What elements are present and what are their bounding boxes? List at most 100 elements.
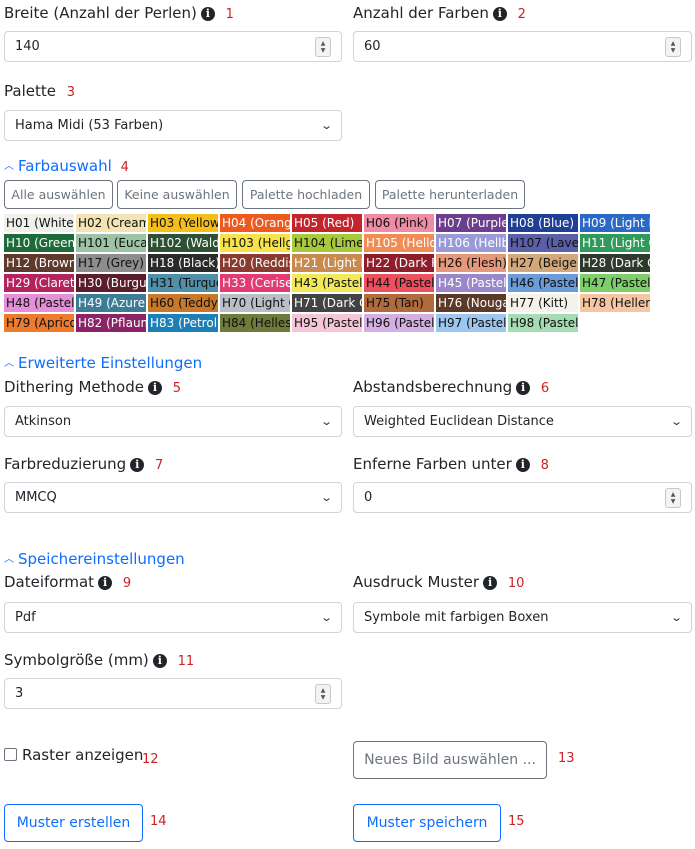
color-chip[interactable]: H95 (Pastel Rosa) [292,314,362,332]
info-circle-icon[interactable]: i [98,576,113,590]
remove-colors-input[interactable]: 0 ▲ ▼ [353,482,692,513]
color-chip[interactable]: H104 (Limette) [292,234,362,252]
select-none-button[interactable]: Keine auswählen [117,180,237,209]
color-chip[interactable]: H29 (Claret) [4,274,74,292]
color-chip[interactable]: H77 (Kitt) [508,294,578,312]
color-chip[interactable]: H101 (Eucalyptus) [76,234,146,252]
distance-select-value: Weighted Euclidean Distance [364,414,554,429]
color-chip[interactable]: H71 (Dark Grey) [292,294,362,312]
color-chip[interactable]: H43 (Pastel Yellow) [292,274,362,292]
color-chip[interactable]: H83 (Petrol) [148,314,218,332]
color-chip[interactable]: H84 (Hellesoliv) [220,314,290,332]
grid-checkbox[interactable] [4,748,17,761]
color-chip[interactable]: H02 (Cream) [76,214,146,232]
color-chip[interactable]: H47 (Pastel Green) [580,274,650,292]
info-circle-icon[interactable]: i [492,7,507,21]
color-chip[interactable]: H79 (Apricot) [4,314,74,332]
spinner-arrows-icon[interactable]: ▲ ▼ [315,683,331,704]
info-circle-icon[interactable]: i [515,458,530,472]
color-chip[interactable]: H75 (Tan) [364,294,434,312]
reduction-select[interactable]: MMCQ ⌄ [4,482,342,513]
create-pattern-button[interactable]: Muster erstellen [4,804,143,842]
color-chip[interactable]: H10 (Green) [4,234,74,252]
color-chip[interactable]: H28 (Dark Green) [580,254,650,272]
color-chip[interactable]: H26 (Flesh) [436,254,506,272]
color-chip[interactable]: H06 (Pink) [364,214,434,232]
color-chip[interactable]: H11 (Light Green) [580,234,650,252]
color-chip[interactable]: H20 (Reddish Brown) [220,254,290,272]
spinner-arrows-icon[interactable]: ▲ ▼ [315,36,331,57]
color-chip[interactable]: H01 (White) [4,214,74,232]
new-image-button[interactable]: Neues Bild auswählen ... [353,741,547,779]
color-chip[interactable]: H21 (Light Brown) [292,254,362,272]
color-chip[interactable]: H106 (Hellblau) [436,234,506,252]
palette-select[interactable]: Hama Midi (53 Farben) ⌄ [4,110,342,141]
dithering-select[interactable]: Atkinson ⌄ [4,406,342,437]
print-pattern-select[interactable]: Symbole mit farbigen Boxen ⌄ [353,602,692,633]
color-chip[interactable]: H04 (Orange) [220,214,290,232]
color-chip[interactable]: H07 (Purple) [436,214,506,232]
width-input[interactable]: 140 ▲ ▼ [4,31,342,62]
color-chip[interactable]: H96 (Pastel Flieder) [364,314,434,332]
color-chip[interactable]: H05 (Red) [292,214,362,232]
color-chip[interactable]: H76 (Nougat) [436,294,506,312]
color-chip[interactable]: H48 (Pastel Pink) [4,294,74,312]
color-chip[interactable]: H33 (Cerise) [220,274,290,292]
marker-5: 5 [172,381,182,396]
select-all-button[interactable]: Alle auswählen [4,180,113,209]
color-chip[interactable]: H09 (Light Blue) [580,214,650,232]
color-chip[interactable]: H60 (Teddy Brown) [148,294,218,312]
save-settings-toggle[interactable]: ︿ Speichereinstellungen [4,550,185,568]
format-label: Dateiformat i 9 [4,573,131,591]
color-chip[interactable]: H49 (Azure) [76,294,146,312]
color-chip[interactable]: H45 (Pastel Purple) [436,274,506,292]
info-circle-icon[interactable]: i [200,7,215,21]
color-chip[interactable]: H82 (Pflaume) [76,314,146,332]
chevron-down-icon: ⌄ [669,611,683,624]
color-chip[interactable]: H08 (Blue) [508,214,578,232]
dithering-label: Dithering Methode i 5 [4,378,181,396]
color-chip[interactable]: H30 (Burgundy) [76,274,146,292]
color-selection-toggle[interactable]: ︿ Farbauswahl 4 [4,157,129,175]
info-circle-icon[interactable]: i [516,381,531,395]
symbol-size-input[interactable]: 3 ▲ ▼ [4,678,342,709]
marker-11: 11 [177,654,195,669]
info-circle-icon[interactable]: i [152,654,167,668]
format-select-value: Pdf [15,610,36,625]
color-chip[interactable]: H103 (Hellgelb) [220,234,290,252]
color-chip[interactable]: H46 (Pastel Blue) [508,274,578,292]
color-chip[interactable]: H105 (Hellorange) [364,234,434,252]
color-chip[interactable]: H78 (Hellerosa) [580,294,650,312]
colors-count-label: Anzahl der Farben i 2 [353,4,526,22]
format-select[interactable]: Pdf ⌄ [4,602,342,633]
color-chip[interactable]: H107 (Lavendel) [508,234,578,252]
advanced-settings-toggle[interactable]: ︿ Erweiterte Einstellungen [4,354,202,372]
download-palette-button[interactable]: Palette herunterladen [375,180,525,209]
chevron-down-icon: ⌄ [319,491,333,504]
symbol-size-label-text: Symbolgröße (mm) [4,651,149,669]
dithering-label-text: Dithering Methode [4,378,144,396]
color-chip[interactable]: H98 (Pastel Minze) [508,314,578,332]
info-circle-icon[interactable]: i [147,381,162,395]
color-chip[interactable]: H12 (Brown) [4,254,74,272]
color-chip[interactable]: H102 (Waldgrün) [148,234,218,252]
color-chip[interactable]: H97 (Pastel Eisblau) [436,314,506,332]
caret-up-icon: ︿ [4,358,14,369]
distance-select[interactable]: Weighted Euclidean Distance ⌄ [353,406,692,437]
colors-count-input[interactable]: 60 ▲ ▼ [353,31,692,62]
color-chip[interactable]: H22 (Dark Red) [364,254,434,272]
upload-palette-button[interactable]: Palette hochladen [242,180,370,209]
color-chip[interactable]: H31 (Turquoise) [148,274,218,292]
color-chip[interactable]: H27 (Beige) [508,254,578,272]
info-circle-icon[interactable]: i [483,576,498,590]
info-circle-icon[interactable]: i [130,458,145,472]
spinner-arrows-icon[interactable]: ▲ ▼ [665,36,681,57]
marker-8: 8 [540,458,549,473]
color-chip[interactable]: H17 (Grey) [76,254,146,272]
color-chip[interactable]: H18 (Black) [148,254,218,272]
color-chip[interactable]: H44 (Pastel Red) [364,274,434,292]
save-pattern-button[interactable]: Muster speichern [353,804,501,842]
color-chip[interactable]: H03 (Yellow) [148,214,218,232]
color-chip[interactable]: H70 (Light Grey) [220,294,290,312]
spinner-arrows-icon[interactable]: ▲ ▼ [665,487,681,508]
